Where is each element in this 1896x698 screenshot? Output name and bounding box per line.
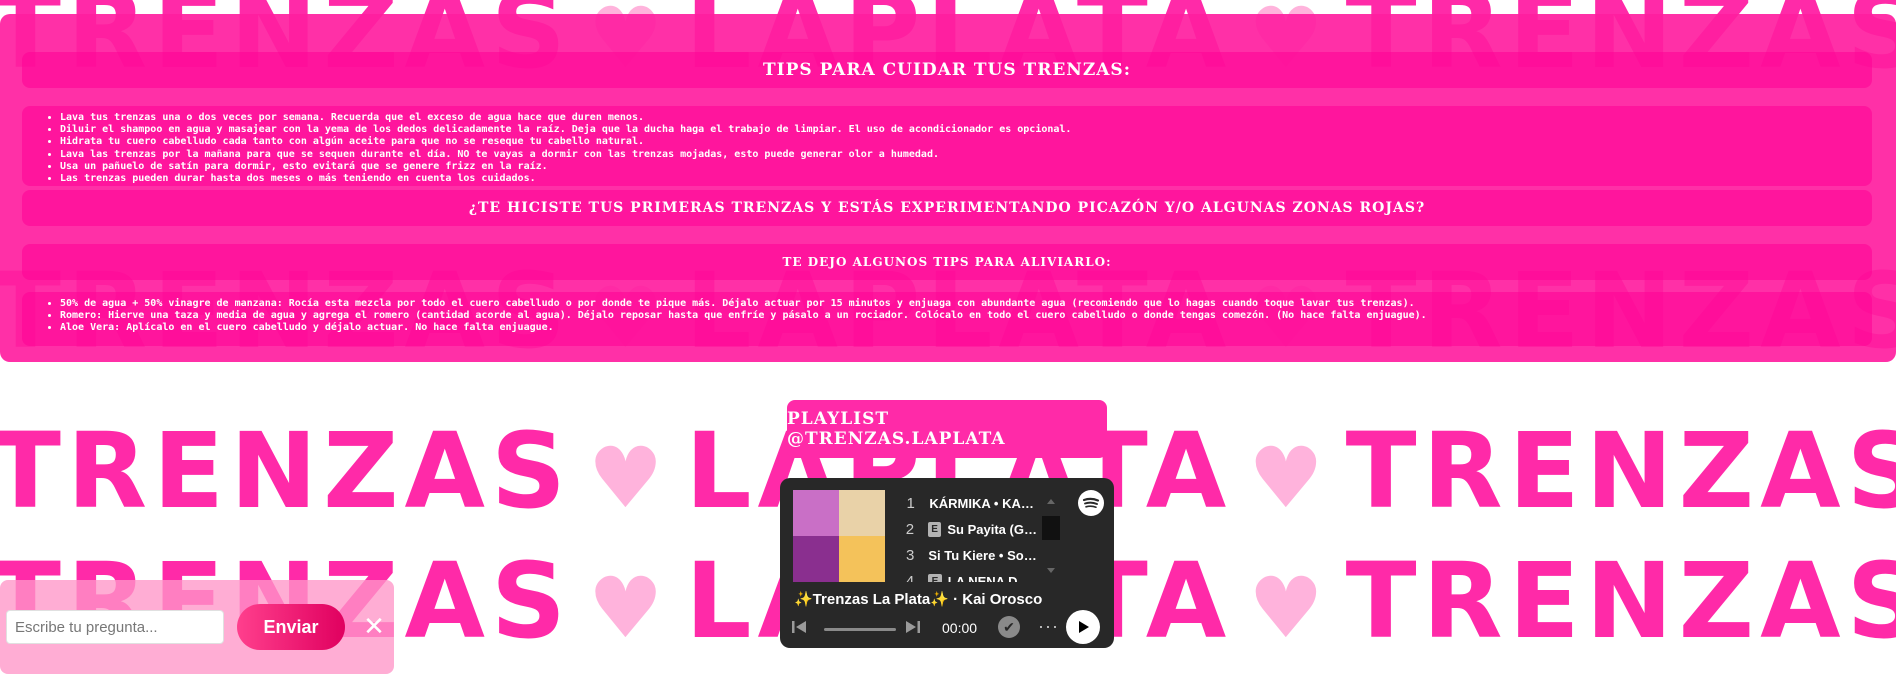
more-icon[interactable]: ··· <box>1038 616 1059 637</box>
relief-list-container: 50% de agua + 50% vinagre de manzana: Ro… <box>22 292 1872 346</box>
track-number: 1 <box>906 494 915 512</box>
list-item: Romero: Hierve una taza y media de agua … <box>60 310 1872 322</box>
list-item: Diluir el shampoo en agua y masajear con… <box>60 124 1872 136</box>
tips-list-container: Lava tus trenzas una o dos veces por sem… <box>22 106 1872 186</box>
track-title: LA NENA DE AL <box>947 573 1038 583</box>
question-input[interactable] <box>6 610 224 644</box>
skip-forward-icon[interactable] <box>904 618 922 636</box>
track-title: KÁRMIKA • KAR... <box>929 495 1038 511</box>
track-title: Si Tu Kiere • Soto... <box>928 547 1038 563</box>
track-number: 3 <box>906 546 915 564</box>
tips-list: Lava tus trenzas una o dos veces por sem… <box>22 106 1872 191</box>
heart-icon: ♥ <box>587 429 670 527</box>
spotify-player[interactable]: 1 KÁRMIKA • KAR... 2 E Su Payita (Gram 3… <box>780 478 1114 648</box>
question-widget: Enviar ✕ <box>0 580 394 674</box>
cover-tile <box>839 490 885 536</box>
skip-back-icon[interactable] <box>790 618 808 636</box>
play-icon <box>1079 621 1089 633</box>
heart-icon: ♥ <box>1248 429 1330 527</box>
relief-tips-heading: TE DEJO ALGUNOS TIPS PARA ALIVIARLO: <box>22 244 1872 280</box>
explicit-badge: E <box>928 573 942 582</box>
elapsed-time: 00:00 <box>942 620 978 636</box>
list-item: Aloe Vera: Aplícalo en el cuero cabellud… <box>60 322 1872 334</box>
itch-question-heading: ¿TE HICISTE TUS PRIMERAS TRENZAS Y ESTÁS… <box>22 190 1872 226</box>
playlist-cover[interactable] <box>793 490 885 582</box>
relief-list: 50% de agua + 50% vinagre de manzana: Ro… <box>22 292 1872 341</box>
list-item: Usa un pañuelo de satín para dormir, est… <box>60 161 1872 173</box>
track-row[interactable]: 4 E LA NENA DE AL <box>900 568 1038 582</box>
track-list[interactable]: 1 KÁRMIKA • KAR... 2 E Su Payita (Gram 3… <box>900 490 1038 582</box>
list-item: Hidrata tu cuero cabelludo cada tanto co… <box>60 136 1872 148</box>
tips-title: TIPS PARA CUIDAR TUS TRENZAS: <box>22 52 1872 88</box>
track-number: 4 <box>905 572 915 583</box>
spotify-logo-glyph <box>1079 491 1103 515</box>
list-item: Las trenzas pueden durar hasta dos meses… <box>60 173 1872 185</box>
background-word: TRENZAS <box>1345 540 1896 662</box>
explicit-badge: E <box>927 521 942 537</box>
track-list-scrollbar[interactable] <box>1042 496 1060 576</box>
list-item: 50% de agua + 50% vinagre de manzana: Ro… <box>60 298 1872 310</box>
heart-icon: ♥ <box>587 559 670 657</box>
now-playing-title[interactable]: ✨Trenzas La Plata✨ · Kai Orosco <box>794 590 1104 608</box>
track-title: Su Payita (Gram <box>947 521 1038 537</box>
list-item: Lava tus trenzas una o dos veces por sem… <box>60 112 1872 124</box>
check-circle-icon[interactable]: ✔ <box>998 616 1020 638</box>
heart-icon: ♥ <box>1248 559 1330 657</box>
send-button[interactable]: Enviar <box>237 604 345 650</box>
close-icon[interactable]: ✕ <box>362 614 386 640</box>
track-row[interactable]: 3 Si Tu Kiere • Soto... <box>900 542 1038 568</box>
player-controls: 00:00 ✔ ··· <box>790 610 1106 644</box>
background-word: TRENZAS <box>1345 410 1896 532</box>
cover-tile <box>793 536 839 582</box>
cover-tile <box>793 490 839 536</box>
track-row[interactable]: 1 KÁRMIKA • KAR... <box>900 490 1038 516</box>
cover-tile <box>839 536 885 582</box>
track-number: 2 <box>905 520 915 538</box>
background-word: TRENZAS <box>0 410 572 532</box>
track-row[interactable]: 2 E Su Payita (Gram <box>900 516 1038 542</box>
progress-bar[interactable] <box>824 628 896 631</box>
list-item: Lava las trenzas por la mañana para que … <box>60 149 1872 161</box>
tips-card: TIPS PARA CUIDAR TUS TRENZAS: Lava tus t… <box>0 14 1896 362</box>
playlist-heading: PLAYLIST @TRENZAS.LAPLATA <box>787 400 1107 458</box>
play-button[interactable] <box>1066 610 1100 644</box>
scrollbar-thumb[interactable] <box>1042 516 1060 540</box>
spotify-icon[interactable] <box>1078 490 1104 516</box>
